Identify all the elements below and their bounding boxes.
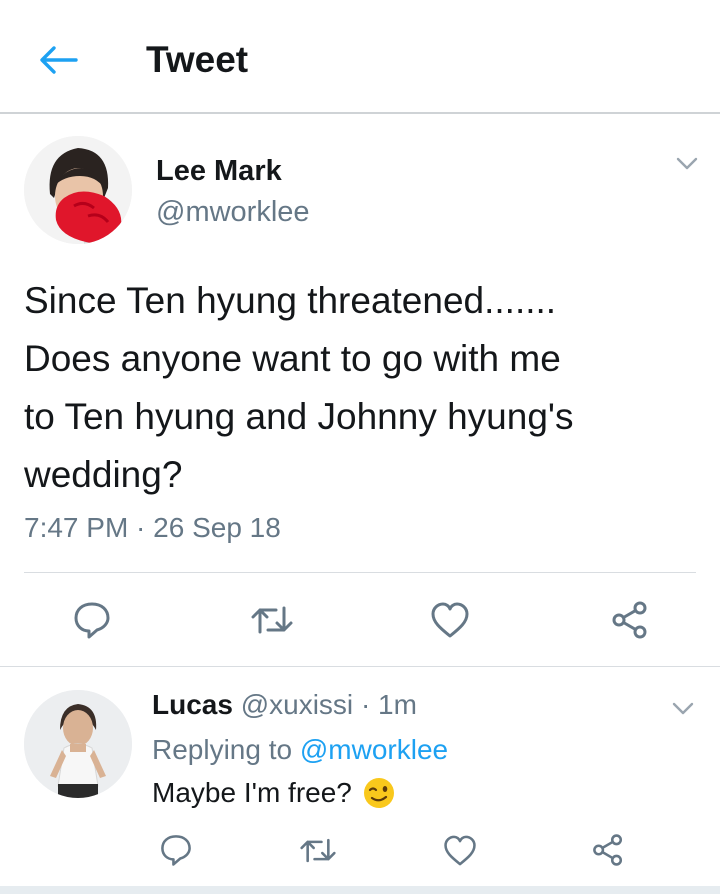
- chevron-down-icon: [676, 157, 698, 170]
- back-button[interactable]: [30, 38, 86, 82]
- reply-time[interactable]: 1m: [378, 689, 417, 720]
- retweet-icon: [300, 838, 336, 862]
- tweet-timestamp[interactable]: 7:47 PM · 26 Sep 18: [24, 508, 281, 548]
- reply-retweet-button[interactable]: [290, 822, 346, 878]
- reply-header: Lucas @xuxissi · 1m: [152, 686, 417, 724]
- share-icon: [612, 601, 647, 639]
- reply-share-button[interactable]: [580, 822, 636, 878]
- tweet-text: Since Ten hyung threatened....... Does a…: [24, 280, 574, 495]
- header-divider: [0, 112, 720, 114]
- like-button[interactable]: [422, 592, 478, 648]
- bottom-divider: [0, 886, 720, 894]
- reply-reply-button[interactable]: [148, 822, 204, 878]
- avatar-image: [24, 690, 132, 798]
- author-name[interactable]: Lee Mark: [156, 154, 282, 188]
- share-icon: [593, 834, 623, 866]
- replying-to: Replying to @mworklee: [152, 730, 448, 770]
- app-header: [0, 0, 720, 112]
- reply-text: Maybe I'm free?: [152, 773, 396, 813]
- heart-icon: [444, 835, 476, 865]
- reply-icon: [161, 835, 191, 866]
- retweet-button[interactable]: [244, 592, 300, 648]
- separator-dot: ·: [360, 689, 371, 720]
- reply-author-avatar[interactable]: [24, 690, 132, 798]
- reply-icon: [74, 602, 110, 639]
- reply-button[interactable]: [64, 592, 120, 648]
- heart-icon: [431, 602, 469, 638]
- reply-author-name[interactable]: Lucas: [152, 689, 233, 720]
- author-handle[interactable]: @mworklee: [156, 195, 310, 229]
- reply-author-handle[interactable]: @xuxissi: [241, 689, 353, 720]
- reply-text-content: Maybe I'm free?: [152, 777, 352, 808]
- winking-face-emoji: [363, 778, 394, 808]
- reply-like-button[interactable]: [432, 822, 488, 878]
- chevron-down-icon: [672, 702, 694, 715]
- page-title: Tweet: [146, 39, 249, 80]
- divider: [0, 666, 720, 667]
- retweet-icon: [251, 606, 293, 634]
- replying-prefix: Replying to: [152, 734, 293, 765]
- tweet-menu-button[interactable]: [670, 152, 704, 176]
- author-avatar[interactable]: [24, 136, 132, 244]
- avatar-image: [24, 136, 132, 244]
- arrow-left-icon: [40, 46, 78, 74]
- divider: [24, 572, 696, 573]
- replying-handle-link[interactable]: @mworklee: [300, 734, 448, 765]
- share-button[interactable]: [602, 592, 658, 648]
- reply-menu-button[interactable]: [666, 697, 700, 721]
